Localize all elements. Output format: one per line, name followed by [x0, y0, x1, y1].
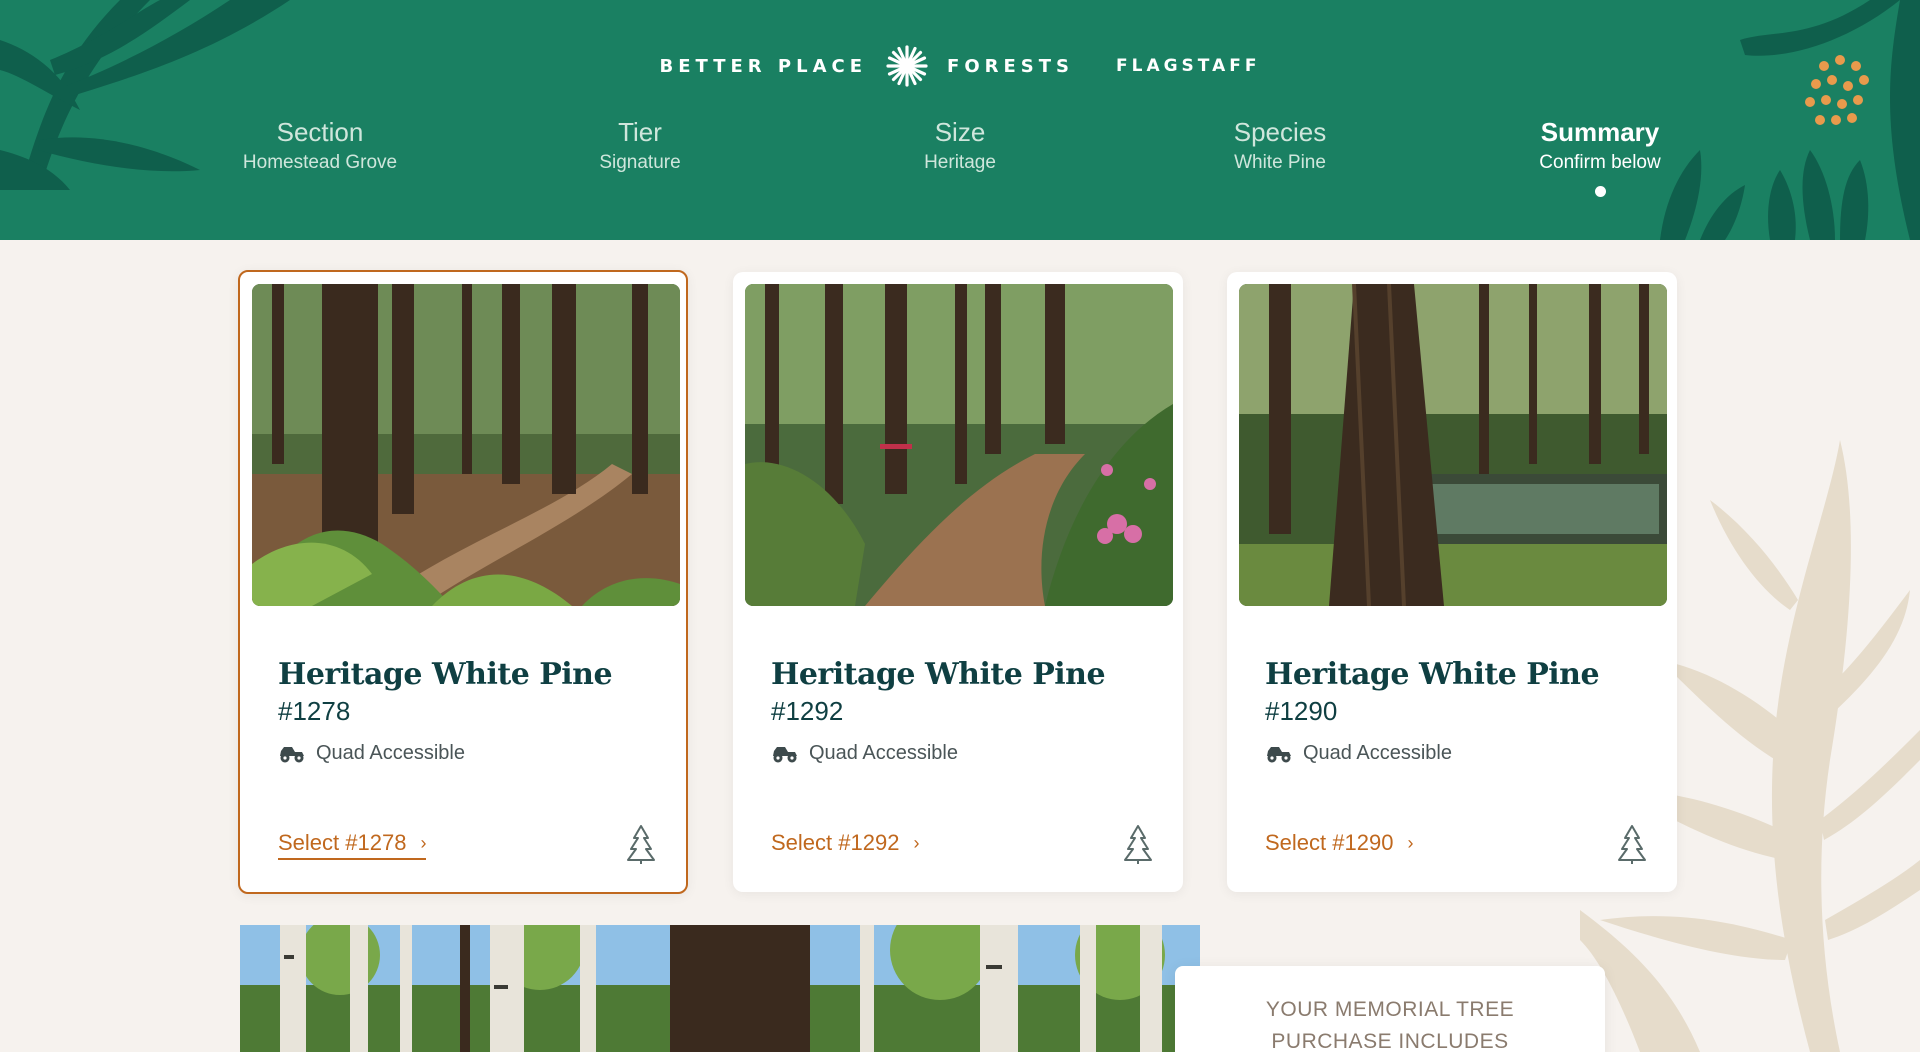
step-section[interactable]: Section Homestead Grove	[200, 116, 440, 178]
quad-vehicle-icon	[773, 746, 797, 762]
chevron-right-icon: ›	[913, 832, 920, 853]
select-label: Select #1290	[1265, 830, 1394, 855]
pine-tree-icon	[1124, 825, 1152, 864]
card-title: Heritage White Pine	[1265, 657, 1600, 692]
feature-label: Quad Accessible	[1303, 742, 1452, 764]
step-value: Heritage	[924, 152, 996, 173]
quad-vehicle-icon	[1267, 746, 1291, 762]
tree-card[interactable]: Heritage White Pine #1278 Quad Accessibl…	[238, 270, 688, 894]
forest-photo	[745, 284, 1173, 606]
location-label[interactable]: FLAGSTAFF	[1116, 56, 1260, 76]
card-title: Heritage White Pine	[278, 657, 613, 692]
starburst-icon[interactable]	[885, 44, 929, 88]
step-value: Homestead Grove	[242, 152, 398, 173]
tree-number: #1278	[278, 696, 351, 726]
feature-label: Quad Accessible	[316, 742, 465, 764]
feature-quad-accessible: Quad Accessible	[278, 742, 465, 765]
pine-tree-icon	[1618, 825, 1646, 864]
feature-quad-accessible: Quad Accessible	[1265, 742, 1452, 765]
tree-card[interactable]: Heritage White Pine #1292 Quad Accessibl…	[733, 272, 1183, 892]
step-title: Species	[1233, 117, 1327, 147]
active-step-indicator	[1594, 186, 1606, 197]
step-title: Size	[934, 117, 986, 147]
step-species[interactable]: Species White Pine	[1160, 116, 1400, 178]
quad-vehicle-icon	[280, 746, 304, 762]
step-tier[interactable]: Tier Signature	[520, 116, 760, 178]
pine-tree-icon	[627, 825, 655, 864]
step-value: Signature	[599, 152, 681, 173]
step-value: White Pine	[1234, 152, 1326, 173]
forest-photo	[1239, 284, 1667, 606]
step-title: Tier	[618, 117, 662, 147]
step-value: Confirm below	[1539, 152, 1661, 173]
step-size[interactable]: Size Heritage	[840, 116, 1080, 178]
select-tree-link[interactable]: Select #1292 ›	[771, 830, 919, 856]
select-tree-link[interactable]: Select #1290 ›	[1265, 830, 1413, 856]
forest-photo	[252, 284, 680, 606]
tree-number: #1290	[1265, 696, 1338, 726]
select-label: Select #1292	[771, 830, 900, 855]
purchase-includes-heading: YOUR MEMORIAL TREE PURCHASE INCLUDES	[1265, 998, 1515, 1052]
tree-card[interactable]: Heritage White Pine #1290 Quad Accessibl…	[1227, 272, 1677, 892]
feature-quad-accessible: Quad Accessible	[771, 742, 958, 765]
chevron-right-icon: ›	[1407, 832, 1414, 853]
brand-name-right: FORESTS	[947, 55, 1074, 77]
brand-name-left: BETTER PLACE	[659, 55, 868, 77]
step-summary[interactable]: Summary Confirm below	[1480, 116, 1720, 197]
brand-bar: BETTER PLACE FORESTS FLAGSTAFF	[0, 44, 1920, 88]
chevron-right-icon: ›	[420, 832, 427, 853]
step-title: Section	[276, 117, 364, 147]
purchase-includes-panel: YOUR MEMORIAL TREE PURCHASE INCLUDES	[1175, 966, 1605, 1052]
site-header: BETTER PLACE FORESTS FLAGSTAFF Section H…	[0, 0, 1920, 240]
step-navigation: Section Homestead Grove Tier Signature S…	[0, 116, 1920, 206]
select-label: Select #1278	[278, 830, 407, 855]
select-tree-link[interactable]: Select #1278 ›	[278, 830, 427, 860]
step-title: Summary	[1540, 117, 1660, 147]
aspen-forest-photo	[240, 925, 1200, 1052]
feature-label: Quad Accessible	[809, 742, 958, 764]
card-title: Heritage White Pine	[771, 657, 1106, 692]
tree-number: #1292	[771, 696, 844, 726]
